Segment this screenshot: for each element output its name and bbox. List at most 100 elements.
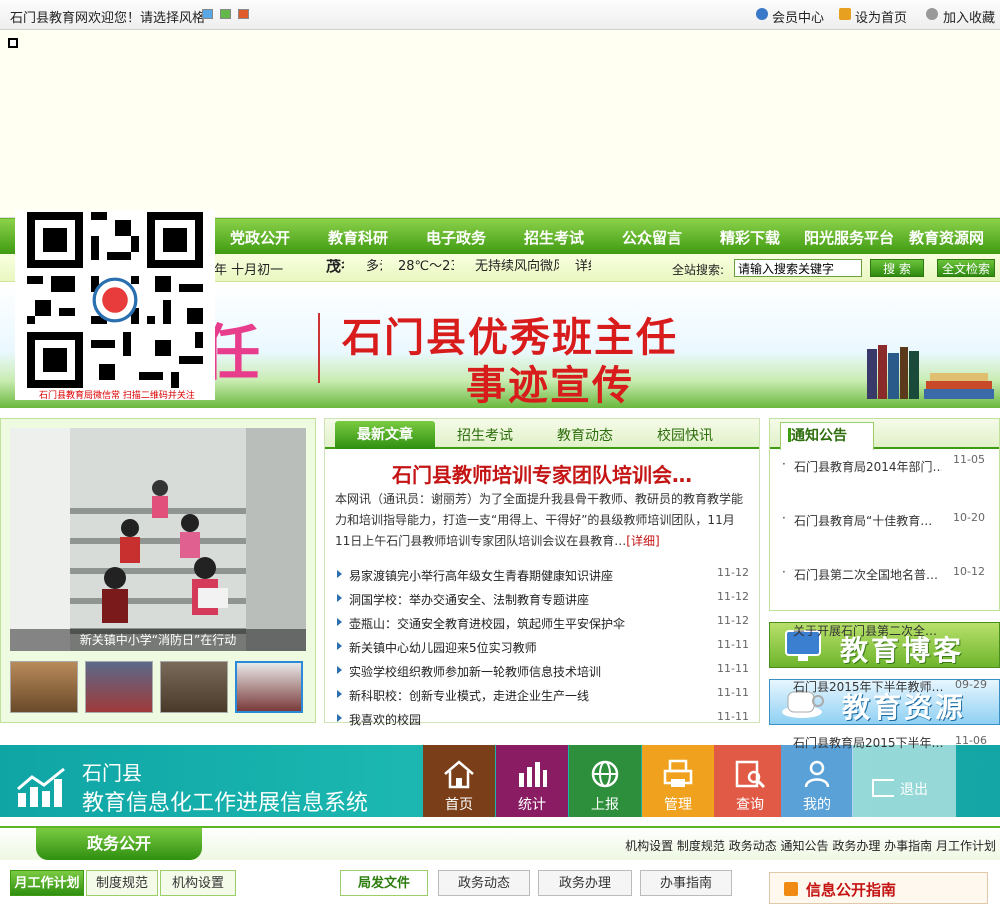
news-title: 新科职校：创新专业模式，走进企业生产一线 bbox=[349, 689, 590, 703]
tile-label: 管理 bbox=[664, 797, 692, 813]
banner-divider bbox=[318, 313, 320, 383]
slideshow-caption: 新关镇中小学“消防日”在行动 bbox=[10, 629, 306, 651]
weather-wind: 无持续风向微风 bbox=[475, 259, 559, 274]
tab-guide[interactable]: 办事指南 bbox=[640, 870, 732, 896]
summary-text: 本网讯（通讯员：谢丽芳）为了全面提升我县骨干教师、教研员的教育教学能力和培训指导… bbox=[335, 492, 744, 548]
weather-temp: 28℃～23℃ bbox=[398, 259, 454, 274]
list-item[interactable]: 壶瓶山：交通安全教育进校园，筑起师生平安保护伞 11-12 bbox=[335, 611, 749, 635]
home-icon bbox=[444, 760, 474, 789]
tile-home[interactable]: 首页 bbox=[423, 745, 495, 817]
overlap-notice-date: 09-29 bbox=[955, 678, 987, 691]
weather-condition: 多云 bbox=[366, 259, 382, 274]
overlap-notice-date: 11-06 bbox=[955, 734, 987, 747]
notice-item[interactable]: · 石门县第二次全国地名普… 10-12 bbox=[770, 565, 999, 583]
nav-item-message[interactable]: 公众留言 bbox=[622, 227, 682, 248]
news-title: 洞国学校：举办交通安全、法制教育专题讲座 bbox=[349, 593, 590, 607]
add-favorite-link[interactable]: 加入收藏 bbox=[943, 7, 995, 26]
tab-gov-news[interactable]: 政务动态 bbox=[438, 870, 530, 896]
list-item[interactable]: 实验学校组织教师参加新一轮教师信息技术培训 11-11 bbox=[335, 659, 749, 683]
doc-tabs: 局发文件 政务动态 政务办理 办事指南 bbox=[322, 870, 758, 909]
gear-icon bbox=[926, 8, 938, 20]
style-swatch-red[interactable] bbox=[238, 9, 249, 19]
tile-manage[interactable]: 管理 bbox=[642, 745, 714, 817]
info-guide-box[interactable]: 信息公开指南 bbox=[769, 872, 988, 904]
weather-detail-link[interactable]: 详细» bbox=[575, 259, 591, 279]
style-swatch-blue[interactable] bbox=[202, 9, 213, 19]
slideshow-thumb-2[interactable] bbox=[85, 661, 153, 713]
edu-info-system-bar: 石门县 教育信息化工作进展信息系统 首页 统计 上报 管理 查询 我的 退出 bbox=[0, 745, 1000, 817]
overlap-notice-title[interactable]: 关于开展石门县第二次全… bbox=[793, 622, 937, 639]
notice-panel: 通知公告 · 石门县教育局2014年部门… 11-05 · 石门县教育局“十佳教育… 1… bbox=[769, 418, 1000, 611]
search-button[interactable]: 搜 索 bbox=[870, 259, 924, 277]
slideshow-main-photo[interactable] bbox=[10, 428, 306, 651]
list-item[interactable]: 新关镇中心幼儿园迎来5位实习教师 11-11 bbox=[335, 635, 749, 659]
tab-campus[interactable]: 校园快讯 bbox=[657, 425, 713, 445]
tile-stats[interactable]: 统计 bbox=[496, 745, 568, 817]
slideshow-thumb-3[interactable] bbox=[160, 661, 228, 713]
tab-organization[interactable]: 机构设置 bbox=[160, 870, 236, 896]
tile-mine[interactable]: 我的 bbox=[781, 745, 853, 817]
search-doc-icon bbox=[735, 760, 766, 789]
tab-latest[interactable]: 最新文章 bbox=[335, 421, 435, 449]
tile-query[interactable]: 查询 bbox=[714, 745, 786, 817]
news-title: 新关镇中心幼儿园迎来5位实习教师 bbox=[349, 641, 537, 655]
news-date: 11-11 bbox=[717, 686, 749, 699]
notice-title: 石门县教育局“十佳教育… bbox=[794, 514, 933, 528]
nav-item-admission[interactable]: 招生考试 bbox=[524, 227, 584, 248]
news-date: 11-11 bbox=[717, 710, 749, 723]
logout-button[interactable]: 退出 bbox=[852, 745, 956, 817]
gov-links[interactable]: 机构设置 制度规范 政务动态 通知公告 政务办理 办事指南 月工作计划 bbox=[625, 837, 996, 854]
headline-link[interactable]: 石门县教师培训专家团队培训会… bbox=[325, 459, 759, 488]
slideshow-thumb-1[interactable] bbox=[10, 661, 78, 713]
tile-label: 统计 bbox=[518, 797, 546, 813]
user-icon bbox=[804, 760, 830, 788]
tab-admission[interactable]: 招生考试 bbox=[457, 425, 513, 445]
overlap-notice-title[interactable]: 石门县2015年下半年教师… bbox=[793, 678, 944, 695]
list-item[interactable]: 我喜欢的校园 11-11 bbox=[335, 707, 749, 731]
news-title: 实验学校组织教师参加新一轮教师信息技术培训 bbox=[349, 665, 602, 679]
detail-link[interactable]: [详细] bbox=[626, 534, 659, 548]
style-swatch-green[interactable] bbox=[220, 9, 231, 19]
stats-icon bbox=[519, 762, 547, 787]
wechat-qr-panel: 石门县教育局微信常 扫描二维码并关注 bbox=[15, 210, 215, 401]
notice-item[interactable]: · 石门县教育局“十佳教育… 10-20 bbox=[770, 511, 999, 529]
nav-item-download[interactable]: 精彩下载 bbox=[720, 227, 780, 248]
empty-flash-area bbox=[0, 30, 1000, 218]
notice-tab[interactable]: 通知公告 bbox=[780, 422, 874, 450]
headline-summary: 本网讯（通讯员：谢丽芳）为了全面提升我县骨干教师、教研员的教育教学能力和培训指导… bbox=[335, 489, 749, 552]
overlap-notice-title[interactable]: 石门县教育局2015下半年… bbox=[793, 734, 944, 751]
info-guide-label: 信息公开指南 bbox=[806, 881, 897, 899]
tab-monthly-plan[interactable]: 月工作计划 bbox=[10, 870, 84, 896]
slideshow-thumb-4[interactable] bbox=[235, 661, 303, 713]
tab-gov-handling[interactable]: 政务办理 bbox=[538, 870, 632, 896]
nav-item-research[interactable]: 教育科研 bbox=[328, 227, 388, 248]
logout-label: 退出 bbox=[900, 782, 928, 798]
list-item[interactable]: 新科职校：创新专业模式，走进企业生产一线 11-11 bbox=[335, 683, 749, 707]
gov-open-tab[interactable]: 政务公开 bbox=[36, 828, 202, 860]
nav-item-egov[interactable]: 电子政务 bbox=[426, 227, 486, 248]
news-date: 11-12 bbox=[717, 566, 749, 579]
fulltext-search-button[interactable]: 全文检索 bbox=[937, 259, 995, 277]
member-center-link[interactable]: 会员中心 bbox=[772, 7, 824, 26]
list-item[interactable]: 洞国学校：举办交通安全、法制教育专题讲座 11-12 bbox=[335, 587, 749, 611]
arrow-icon bbox=[337, 690, 342, 698]
home-icon bbox=[839, 8, 851, 20]
tab-edu-news[interactable]: 教育动态 bbox=[557, 425, 613, 445]
news-title: 我喜欢的校园 bbox=[349, 713, 422, 727]
nav-item-resources[interactable]: 教育资源网 bbox=[909, 227, 984, 248]
plan-tabs: 月工作计划 制度规范 机构设置 bbox=[10, 870, 310, 909]
tab-bureau-docs[interactable]: 局发文件 bbox=[340, 870, 428, 896]
nav-item-sunshine[interactable]: 阳光服务平台 bbox=[804, 227, 894, 248]
notice-title: 石门县第二次全国地名普… bbox=[794, 568, 939, 582]
stairs-photo bbox=[10, 428, 306, 651]
search-input[interactable] bbox=[734, 259, 862, 277]
arrow-icon bbox=[337, 714, 342, 722]
tile-report[interactable]: 上报 bbox=[569, 745, 641, 817]
list-item[interactable]: 易家渡镇完小举行高年级女生青春期健康知识讲座 11-12 bbox=[335, 563, 749, 587]
nav-item-party[interactable]: 党政公开 bbox=[230, 227, 290, 248]
tab-regulations[interactable]: 制度规范 bbox=[86, 870, 158, 896]
notice-item[interactable]: · 石门县教育局2014年部门… 11-05 bbox=[770, 453, 999, 475]
tile-label: 我的 bbox=[803, 797, 831, 813]
news-date: 11-12 bbox=[717, 590, 749, 603]
set-homepage-link[interactable]: 设为首页 bbox=[855, 7, 907, 26]
